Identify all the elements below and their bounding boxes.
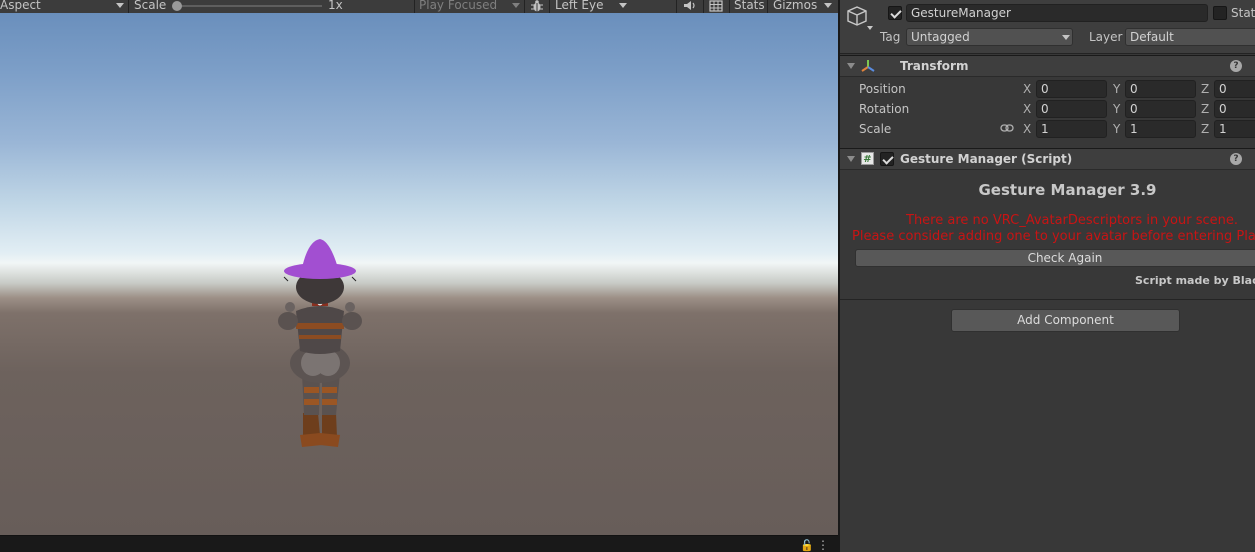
axis-z-label: Z <box>1201 122 1210 136</box>
script-hash-icon: # <box>861 152 874 165</box>
axis-y-label: Y <box>1113 82 1121 96</box>
script-component-title: Gesture Manager (Script) <box>900 152 1073 166</box>
static-checkbox[interactable] <box>1213 6 1227 20</box>
gizmos-dropdown-arrow-icon[interactable] <box>824 3 832 8</box>
script-component-header[interactable]: # Gesture Manager (Script) ? <box>840 148 1255 170</box>
gesture-manager-heading: Gesture Manager 3.9 <box>978 181 1157 199</box>
scale-label: Scale <box>859 122 892 136</box>
warning-line-2: Please consider adding one to your avata… <box>852 229 1255 244</box>
toolbar-divider <box>729 0 730 13</box>
left-eye-arrow-icon[interactable] <box>619 3 627 8</box>
toolbar-divider <box>549 0 550 13</box>
avatar-character <box>278 239 362 447</box>
rotation-z-field[interactable]: 0 <box>1214 100 1255 118</box>
scale-slider-track[interactable] <box>176 5 322 7</box>
game-view-toolbar: Aspect Scale 1x Play Focused Left Eye St… <box>0 0 838 13</box>
play-focused-dropdown[interactable]: Play Focused <box>419 0 497 13</box>
help-icon[interactable]: ? <box>1230 60 1242 72</box>
debug-icon[interactable] <box>530 0 544 13</box>
grid-icon[interactable] <box>709 0 723 12</box>
position-label: Position <box>859 82 906 96</box>
warning-line-1: There are no VRC_AvatarDescriptors in yo… <box>906 213 1238 228</box>
toolbar-divider <box>524 0 525 13</box>
game-viewport[interactable] <box>0 13 838 535</box>
scale-y-field[interactable]: 1 <box>1125 120 1196 138</box>
toolbar-divider <box>128 0 129 13</box>
rotation-x-field[interactable]: 0 <box>1036 100 1107 118</box>
axis-x-label: X <box>1023 82 1032 96</box>
position-y-field[interactable]: 0 <box>1125 80 1196 98</box>
scale-slider-thumb[interactable] <box>172 1 182 11</box>
toolbar-divider <box>703 0 704 13</box>
lock-icon[interactable]: 🔓 <box>800 539 814 552</box>
position-z-field[interactable]: 0 <box>1214 80 1255 98</box>
axis-z-label: Z <box>1201 82 1210 96</box>
tag-label: Tag <box>880 30 901 44</box>
tag-value: Untagged <box>911 30 970 44</box>
check-again-button[interactable]: Check Again <box>855 249 1255 267</box>
help-icon[interactable]: ? <box>1230 153 1242 165</box>
stats-button[interactable]: Stats <box>734 0 765 13</box>
layer-label: Layer <box>1089 30 1123 44</box>
foldout-arrow-icon[interactable] <box>847 156 855 162</box>
scale-x-field[interactable]: 1 <box>1036 120 1107 138</box>
component-divider <box>840 299 1255 300</box>
position-x-field[interactable]: 0 <box>1036 80 1107 98</box>
gameobject-cube-icon[interactable] <box>846 5 874 33</box>
foldout-arrow-icon[interactable] <box>847 63 855 69</box>
axis-y-label: Y <box>1113 122 1121 136</box>
left-eye-dropdown[interactable]: Left Eye <box>555 0 603 13</box>
script-enabled-checkbox[interactable] <box>880 152 894 166</box>
toolbar-divider <box>676 0 677 13</box>
aspect-dropdown-arrow-icon[interactable] <box>116 3 124 8</box>
game-view: Aspect Scale 1x Play Focused Left Eye St… <box>0 0 838 552</box>
inspector-panel: GestureManager Static Tag Untagged Layer… <box>840 0 1255 552</box>
toolbar-divider <box>767 0 768 13</box>
transform-axes-icon <box>861 60 875 72</box>
chevron-down-icon <box>1062 35 1070 40</box>
aspect-dropdown[interactable]: Aspect <box>0 0 41 13</box>
game-view-status-bar: 🔓 ⋮ <box>0 535 838 552</box>
active-checkbox[interactable] <box>888 6 902 20</box>
layer-dropdown[interactable]: Default <box>1125 28 1255 46</box>
transform-header[interactable]: Transform ? <box>840 55 1255 77</box>
audio-icon[interactable] <box>683 0 697 12</box>
static-label: Static <box>1231 6 1255 20</box>
axis-x-label: X <box>1023 122 1032 136</box>
gizmos-button[interactable]: Gizmos <box>773 0 817 13</box>
rotation-y-field[interactable]: 0 <box>1125 100 1196 118</box>
svg-text:#: # <box>863 154 871 165</box>
layer-value: Default <box>1130 30 1174 44</box>
scale-z-field[interactable]: 1 <box>1214 120 1255 138</box>
toolbar-divider <box>414 0 415 13</box>
play-mode-arrow-icon[interactable] <box>512 3 520 8</box>
object-name-field[interactable]: GestureManager <box>906 4 1208 22</box>
gameobject-header: GestureManager Static Tag Untagged Layer… <box>840 0 1255 54</box>
axis-z-label: Z <box>1201 102 1210 116</box>
axis-x-label: X <box>1023 102 1032 116</box>
scale-value: 1x <box>328 0 343 12</box>
more-options-icon[interactable]: ⋮ <box>817 538 829 552</box>
tag-dropdown[interactable]: Untagged <box>906 28 1073 46</box>
script-credit: Script made by BlackStartx <box>1135 274 1255 287</box>
transform-title: Transform <box>900 59 969 73</box>
axis-y-label: Y <box>1113 102 1121 116</box>
rotation-label: Rotation <box>859 102 910 116</box>
constrain-proportions-link-icon[interactable] <box>1000 123 1014 133</box>
scale-label: Scale <box>134 0 167 12</box>
add-component-button[interactable]: Add Component <box>951 309 1180 332</box>
